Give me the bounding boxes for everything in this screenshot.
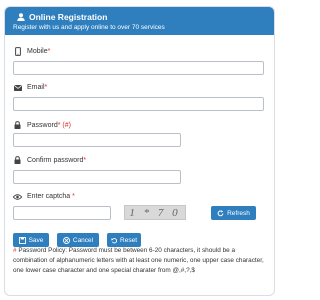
password-label-text: Password [27,121,58,129]
lock-icon [13,156,22,164]
registration-header: Online Registration Register with us and… [5,7,274,35]
save-icon [18,236,26,244]
header-title: Online Registration [17,12,107,22]
password-policy-note: # Password Policy: Password must be betw… [13,246,265,276]
confirm-password-label: Confirm password * [13,156,86,164]
required-mark: * [72,193,75,200]
email-input[interactable] [13,97,264,111]
mobile-label: Mobile * [13,47,50,56]
lock-icon [13,121,22,129]
password-label: Password * (#) [13,121,71,129]
captcha-image: 1 * 7 0 [124,205,186,220]
captcha-input[interactable] [13,206,111,220]
eye-icon [13,193,22,200]
cancel-button[interactable]: Cancel [57,233,99,247]
undo-icon [111,237,118,243]
captcha-label-text: Enter captcha [27,193,71,200]
policy-mark: # [13,247,17,254]
reset-button[interactable]: Reset [107,233,141,247]
mobile-label-text: Mobile [27,48,48,55]
email-label-text: Email [27,84,45,91]
save-button[interactable]: Save [13,233,49,247]
user-icon [17,13,25,21]
captcha-label: Enter captcha * [13,193,75,200]
confirm-password-label-text: Confirm password [27,156,84,164]
policy-text: Password Policy: Password must be betwee… [13,247,264,274]
refresh-captcha-button[interactable]: Refresh [211,206,256,220]
refresh-icon [217,209,224,216]
header-subtitle: Register with us and apply online to ove… [13,24,165,31]
email-label: Email * [13,84,47,91]
header-title-text: Online Registration [29,12,108,22]
password-policy-hint: (#) [62,121,71,129]
save-button-label: Save [28,236,44,244]
reset-button-label: Reset [120,236,137,244]
confirm-password-input[interactable] [13,170,181,184]
cancel-circle-icon [62,236,70,244]
required-mark: * [44,84,48,91]
cancel-button-label: Cancel [72,236,94,244]
required-mark: * [83,156,87,164]
captcha-image-text: 1 * 7 0 [129,206,181,219]
mobile-phone-icon [13,47,22,56]
required-mark: * [47,48,51,55]
password-input[interactable] [13,133,181,147]
refresh-button-label: Refresh [227,209,250,217]
required-mark: * [57,121,61,129]
mobile-input[interactable] [13,61,264,75]
envelope-icon [13,84,22,91]
